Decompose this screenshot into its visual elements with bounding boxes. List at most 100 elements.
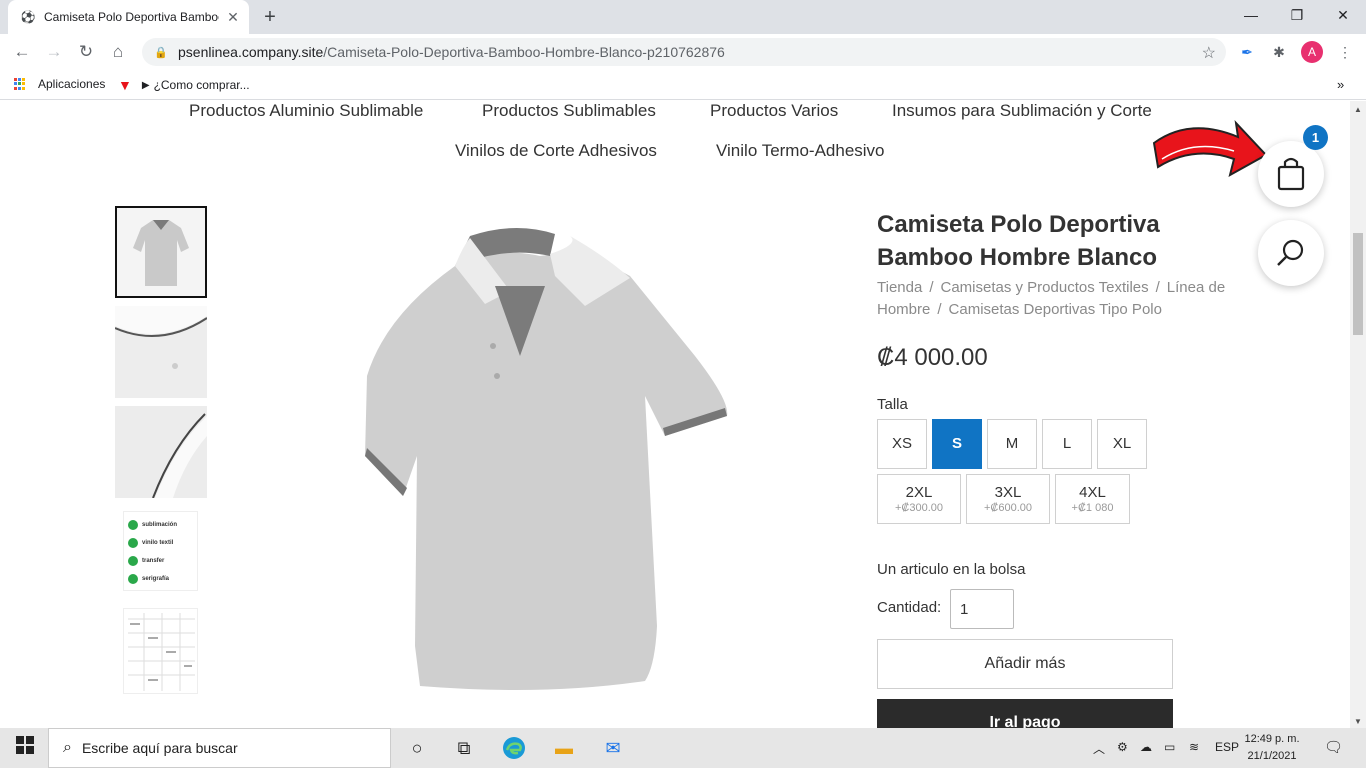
breadcrumb-separator: / xyxy=(937,301,942,318)
restore-button[interactable]: ❐ xyxy=(1274,0,1320,30)
minimize-button[interactable]: — xyxy=(1228,0,1274,30)
task-view-icon[interactable]: ⧉ xyxy=(451,736,477,760)
size-option-s[interactable]: S xyxy=(932,419,982,469)
extension-pen-icon[interactable]: ✒ xyxy=(1238,43,1256,61)
nav-link-vinilo-termo[interactable]: Vinilo Termo-Adhesivo xyxy=(716,141,885,161)
mail-icon[interactable]: ✉ xyxy=(600,736,626,760)
cortana-icon[interactable]: ○ xyxy=(404,736,430,760)
nav-link-vinilos-corte[interactable]: Vinilos de Corte Adhesivos xyxy=(455,141,657,161)
reload-button[interactable]: ↻ xyxy=(72,38,100,66)
page-scrollbar[interactable]: ▲ ▼ xyxy=(1350,101,1366,728)
address-bar[interactable]: 🔒 psenlinea.company.site/Camiseta-Polo-D… xyxy=(142,38,1226,66)
size-option-4xl[interactable]: 4XL +₡1 080 xyxy=(1055,474,1130,524)
product-thumbnail-4[interactable]: sublimación vinilo textil transfer serig… xyxy=(123,511,198,591)
product-thumbnail-5[interactable] xyxy=(123,608,198,694)
bookmark-star-icon[interactable]: ☆ xyxy=(1202,43,1216,63)
play-icon: ▶ xyxy=(141,79,150,91)
size-option-label: XS xyxy=(891,435,912,452)
forward-button[interactable]: → xyxy=(40,38,68,66)
red-check-icon: ▼ xyxy=(118,77,132,93)
profile-avatar[interactable]: A xyxy=(1301,41,1323,63)
size-option-label: 3XL xyxy=(994,484,1022,501)
breadcrumb-deportivas[interactable]: Camisetas Deportivas Tipo Polo xyxy=(949,301,1162,318)
size-option-l[interactable]: L xyxy=(1042,419,1092,469)
onedrive-icon[interactable]: ☁ xyxy=(1140,740,1152,754)
apps-grid-icon xyxy=(14,78,26,90)
cart-button[interactable] xyxy=(1258,141,1324,207)
close-tab-icon[interactable]: ✕ xyxy=(225,9,241,25)
scroll-up-icon[interactable]: ▲ xyxy=(1354,105,1362,114)
tray-app-icon[interactable]: ⚙ xyxy=(1117,740,1128,754)
nav-link-insumos[interactable]: Insumos para Sublimación y Corte xyxy=(892,101,1152,121)
product-thumbnail-3[interactable] xyxy=(115,406,207,498)
bookmark-como-comprar[interactable]: ▼ ▶ ¿Como comprar... xyxy=(118,77,250,93)
size-surcharge: +₡1 080 xyxy=(1071,502,1114,514)
size-label: Talla xyxy=(877,396,908,413)
search-icon xyxy=(1277,239,1304,266)
size-option-xs[interactable]: XS xyxy=(877,419,927,469)
bookmark-apps[interactable]: Aplicaciones xyxy=(14,77,105,91)
new-tab-button[interactable]: + xyxy=(258,6,282,30)
size-option-label: S xyxy=(951,435,962,452)
polo-thumbnail-image xyxy=(133,220,189,286)
product-thumbnail-1[interactable] xyxy=(115,206,207,298)
browser-menu-icon[interactable]: ⋮ xyxy=(1336,43,1354,61)
edge-browser-icon[interactable] xyxy=(501,736,527,760)
close-window-button[interactable]: ✕ xyxy=(1320,0,1366,30)
size-option-2xl[interactable]: 2XL +₡300.00 xyxy=(877,474,961,524)
scroll-down-icon[interactable]: ▼ xyxy=(1354,717,1362,726)
bookmarks-bar: Aplicaciones ▼ ▶ ¿Como comprar... » xyxy=(0,70,1366,100)
print-method-item: sublimación xyxy=(128,516,193,534)
taskbar-search-box[interactable]: ⌕ Escribe aquí para buscar xyxy=(48,728,391,768)
print-method-item: serigrafía xyxy=(128,570,193,588)
wifi-icon[interactable]: ≋ xyxy=(1189,740,1199,754)
home-button[interactable]: ⌂ xyxy=(104,38,132,66)
breadcrumb: Tienda / Camisetas y Productos Textiles / Lí… xyxy=(877,277,1237,321)
product-thumbnail-2[interactable] xyxy=(115,306,207,398)
bag-status-text: Un articulo en la bolsa xyxy=(877,561,1026,578)
size-chart-image xyxy=(128,613,195,691)
size-option-m[interactable]: M xyxy=(987,419,1037,469)
language-indicator[interactable]: ESP xyxy=(1215,740,1239,754)
add-more-button[interactable]: Añadir más xyxy=(877,639,1173,689)
file-explorer-icon[interactable]: ▬ xyxy=(551,736,577,760)
edge-logo-icon xyxy=(503,737,525,759)
windows-logo-icon xyxy=(16,736,34,754)
product-main-image[interactable] xyxy=(345,226,745,696)
lock-icon: 🔒 xyxy=(154,46,168,59)
url-host: psenlinea.company.site xyxy=(178,44,324,60)
green-dot-icon xyxy=(128,556,138,566)
green-dot-icon xyxy=(128,520,138,530)
nav-link-sublimables[interactable]: Productos Sublimables xyxy=(482,101,656,121)
size-option-label: XL xyxy=(1112,435,1132,452)
nav-link-varios[interactable]: Productos Varios xyxy=(710,101,838,121)
system-clock[interactable]: 12:49 p. m. 21/1/2021 xyxy=(1240,731,1304,765)
nav-link-aluminio[interactable]: Productos Aluminio Sublimable xyxy=(189,101,423,121)
browser-tab-bar: ⚽ Camiseta Polo Deportiva Bamboo ✕ + — ❐… xyxy=(0,0,1366,34)
windows-start-icon[interactable] xyxy=(12,736,38,760)
size-option-3xl[interactable]: 3XL +₡600.00 xyxy=(966,474,1050,524)
scrollbar-thumb[interactable] xyxy=(1353,233,1363,335)
quantity-input[interactable] xyxy=(950,589,1014,629)
back-button[interactable]: ← xyxy=(8,38,36,66)
print-method-label: vinilo textil xyxy=(142,540,174,546)
breadcrumb-tienda[interactable]: Tienda xyxy=(877,279,922,296)
cart-count-badge: 1 xyxy=(1303,125,1328,150)
breadcrumb-separator: / xyxy=(929,279,934,296)
print-method-label: transfer xyxy=(142,558,165,564)
taskbar-search-placeholder: Escribe aquí para buscar xyxy=(81,740,238,756)
red-arrow-annotation xyxy=(1152,120,1268,177)
checkout-button[interactable]: Ir al pago xyxy=(877,699,1173,728)
size-option-xl[interactable]: XL xyxy=(1097,419,1147,469)
tray-expand-icon[interactable]: ︿ xyxy=(1093,740,1105,757)
shopping-bag-icon xyxy=(1277,157,1305,191)
search-button[interactable] xyxy=(1258,220,1324,286)
browser-tab[interactable]: ⚽ Camiseta Polo Deportiva Bamboo ✕ xyxy=(8,0,249,34)
notifications-icon[interactable]: 🗨 xyxy=(1324,738,1343,756)
size-surcharge: +₡300.00 xyxy=(894,502,943,514)
sleeve-detail-image xyxy=(152,413,207,498)
bookmarks-overflow-icon[interactable]: » xyxy=(1337,77,1344,92)
extensions-puzzle-icon[interactable]: ✱ xyxy=(1270,43,1288,61)
battery-icon[interactable]: ▭ xyxy=(1164,740,1175,754)
breadcrumb-camisetas[interactable]: Camisetas y Productos Textiles xyxy=(940,279,1148,296)
